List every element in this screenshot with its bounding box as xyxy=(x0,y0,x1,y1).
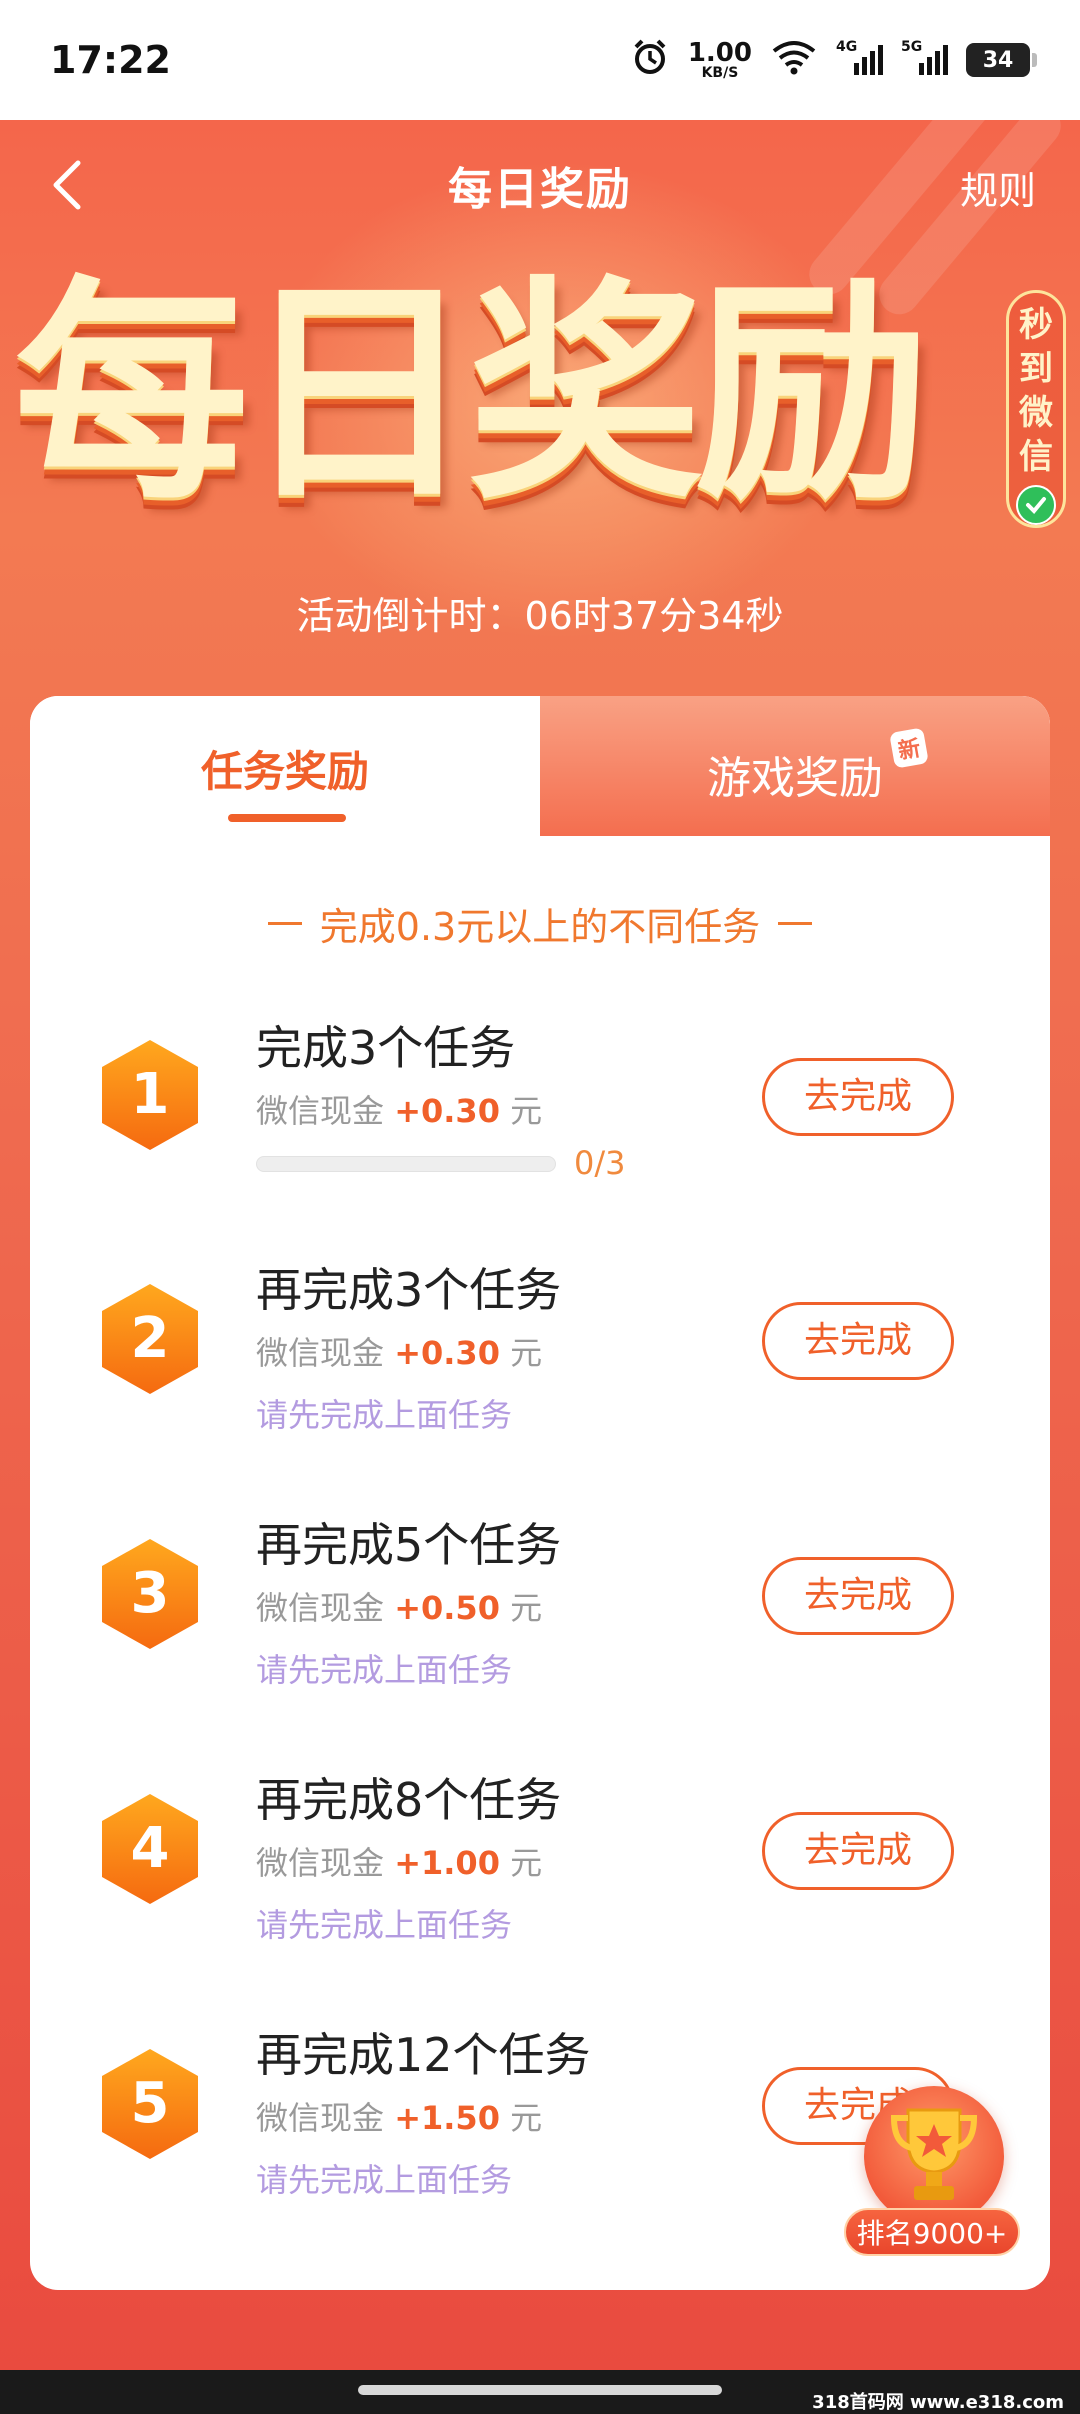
reward-amount: +1.50 xyxy=(394,2099,500,2137)
task-title: 完成3个任务 xyxy=(256,1021,516,1075)
task-reward: 微信现金 +1.50 元 xyxy=(256,2093,542,2139)
task-number: 4 xyxy=(130,1816,170,1881)
task-card: 任务奖励 游戏奖励 新 完成0.3元以上的不同任务 1 完成3个任务 微信现金 … xyxy=(30,696,1050,2290)
status-icons: 1.00 KB/S 4G 5G 34 xyxy=(630,37,1037,83)
reward-label: 微信现金 xyxy=(256,1589,385,1627)
task-hint: 请先完成上面任务 xyxy=(256,1906,513,1944)
signal-1-label: 4G xyxy=(836,39,858,55)
tab-task-rewards[interactable]: 任务奖励 xyxy=(30,696,540,836)
task-item: 1 完成3个任务 微信现金 +0.30 元 0/3 去完成 xyxy=(30,996,1050,1226)
subtitle-text: 完成0.3元以上的不同任务 xyxy=(319,905,761,949)
reward-label: 微信现金 xyxy=(256,2099,385,2137)
task-number: 3 xyxy=(130,1561,170,1626)
reward-amount: +0.30 xyxy=(394,1334,500,1372)
reward-unit: 元 xyxy=(510,1092,543,1130)
divider xyxy=(267,922,302,925)
task-hint: 请先完成上面任务 xyxy=(256,2161,513,2199)
progress-text: 0/3 xyxy=(574,1144,626,1182)
badge-char: 信 xyxy=(1019,437,1053,477)
alarm-icon xyxy=(630,37,670,83)
divider xyxy=(778,922,813,925)
reward-label: 微信现金 xyxy=(256,1092,385,1130)
reward-label: 微信现金 xyxy=(256,1844,385,1882)
reward-unit: 元 xyxy=(510,2099,543,2137)
task-number: 5 xyxy=(130,2071,170,2136)
rank-floating-button[interactable]: 排名9000+ xyxy=(844,2086,1024,2266)
task-item: 4 再完成8个任务 微信现金 +1.00 元 请先完成上面任务 去完成 xyxy=(30,1746,1050,1976)
chevron-left-icon xyxy=(53,160,81,210)
go-complete-button[interactable]: 去完成 xyxy=(762,1302,954,1380)
new-badge: 新 xyxy=(889,727,929,769)
task-number-hexagon: 3 xyxy=(96,1535,204,1653)
progress-bar xyxy=(256,1156,556,1172)
task-hint: 请先完成上面任务 xyxy=(256,1651,513,1689)
go-complete-button[interactable]: 去完成 xyxy=(762,1058,954,1136)
task-reward: 微信现金 +0.30 元 xyxy=(256,1086,542,1132)
task-title: 再完成3个任务 xyxy=(256,1263,562,1317)
trophy-icon xyxy=(886,2100,982,2214)
badge-char: 秒 xyxy=(1019,305,1053,345)
reward-unit: 元 xyxy=(510,1844,543,1882)
task-reward: 微信现金 +0.50 元 xyxy=(256,1583,542,1629)
status-bar: 17:22 1.00 KB/S 4G 5G 34 xyxy=(0,0,1080,120)
badge-char: 到 xyxy=(1019,349,1053,389)
task-title: 再完成5个任务 xyxy=(256,1518,562,1572)
rank-label: 排名9000+ xyxy=(844,2208,1020,2256)
task-number-hexagon: 1 xyxy=(96,1036,204,1154)
nav-bar: 每日奖励 规则 xyxy=(0,120,1080,250)
speed-unit: KB/S xyxy=(701,65,739,81)
task-number-hexagon: 2 xyxy=(96,1280,204,1398)
cell-signal-icon: 5G xyxy=(901,39,948,75)
reward-amount: +0.30 xyxy=(394,1092,500,1130)
task-item: 3 再完成5个任务 微信现金 +0.50 元 请先完成上面任务 去完成 xyxy=(30,1491,1050,1721)
home-indicator[interactable] xyxy=(358,2385,722,2395)
reward-unit: 元 xyxy=(510,1589,543,1627)
network-speed: 1.00 KB/S xyxy=(688,40,752,80)
countdown-timer: 活动倒计时：06时37分34秒 xyxy=(296,594,784,638)
speed-value: 1.00 xyxy=(687,38,752,68)
back-button[interactable] xyxy=(40,155,100,215)
battery-icon: 34 xyxy=(966,43,1037,77)
go-complete-button[interactable]: 去完成 xyxy=(762,1557,954,1635)
task-number: 1 xyxy=(130,1062,170,1127)
task-item: 2 再完成3个任务 微信现金 +0.30 元 请先完成上面任务 去完成 xyxy=(30,1236,1050,1466)
task-hint: 请先完成上面任务 xyxy=(256,1396,513,1434)
page-title: 每日奖励 xyxy=(448,164,632,215)
status-time: 17:22 xyxy=(50,38,171,82)
badge-char: 微 xyxy=(1019,393,1053,433)
reward-amount: +1.00 xyxy=(394,1844,500,1882)
tab-label: 任务奖励 xyxy=(200,747,369,796)
check-icon xyxy=(1016,485,1056,525)
instant-wechat-badge: 秒 到 微 信 xyxy=(1006,290,1066,528)
signal-2-label: 5G xyxy=(901,39,923,55)
reward-unit: 元 xyxy=(510,1334,543,1372)
task-number: 2 xyxy=(130,1306,170,1371)
active-tab-indicator xyxy=(228,814,346,822)
reward-amount: +0.50 xyxy=(394,1589,500,1627)
task-number-hexagon: 5 xyxy=(96,2045,204,2163)
go-complete-button[interactable]: 去完成 xyxy=(762,1812,954,1890)
cell-signal-icon: 4G xyxy=(836,39,883,75)
tab-bar: 任务奖励 游戏奖励 新 xyxy=(30,696,1050,836)
task-title: 再完成12个任务 xyxy=(256,2028,591,2082)
section-subtitle: 完成0.3元以上的不同任务 xyxy=(30,896,1050,951)
wifi-icon xyxy=(770,39,818,81)
watermark: 318首码网 www.e318.com xyxy=(812,2392,1064,2413)
reward-label: 微信现金 xyxy=(256,1334,385,1372)
task-number-hexagon: 4 xyxy=(96,1790,204,1908)
tab-label: 游戏奖励 xyxy=(707,753,883,804)
rules-link[interactable]: 规则 xyxy=(960,160,1036,215)
task-title: 再完成8个任务 xyxy=(256,1773,562,1827)
hero-title: 每日奖励 xyxy=(14,258,930,531)
task-reward: 微信现金 +0.30 元 xyxy=(256,1328,542,1374)
task-reward: 微信现金 +1.00 元 xyxy=(256,1838,542,1884)
